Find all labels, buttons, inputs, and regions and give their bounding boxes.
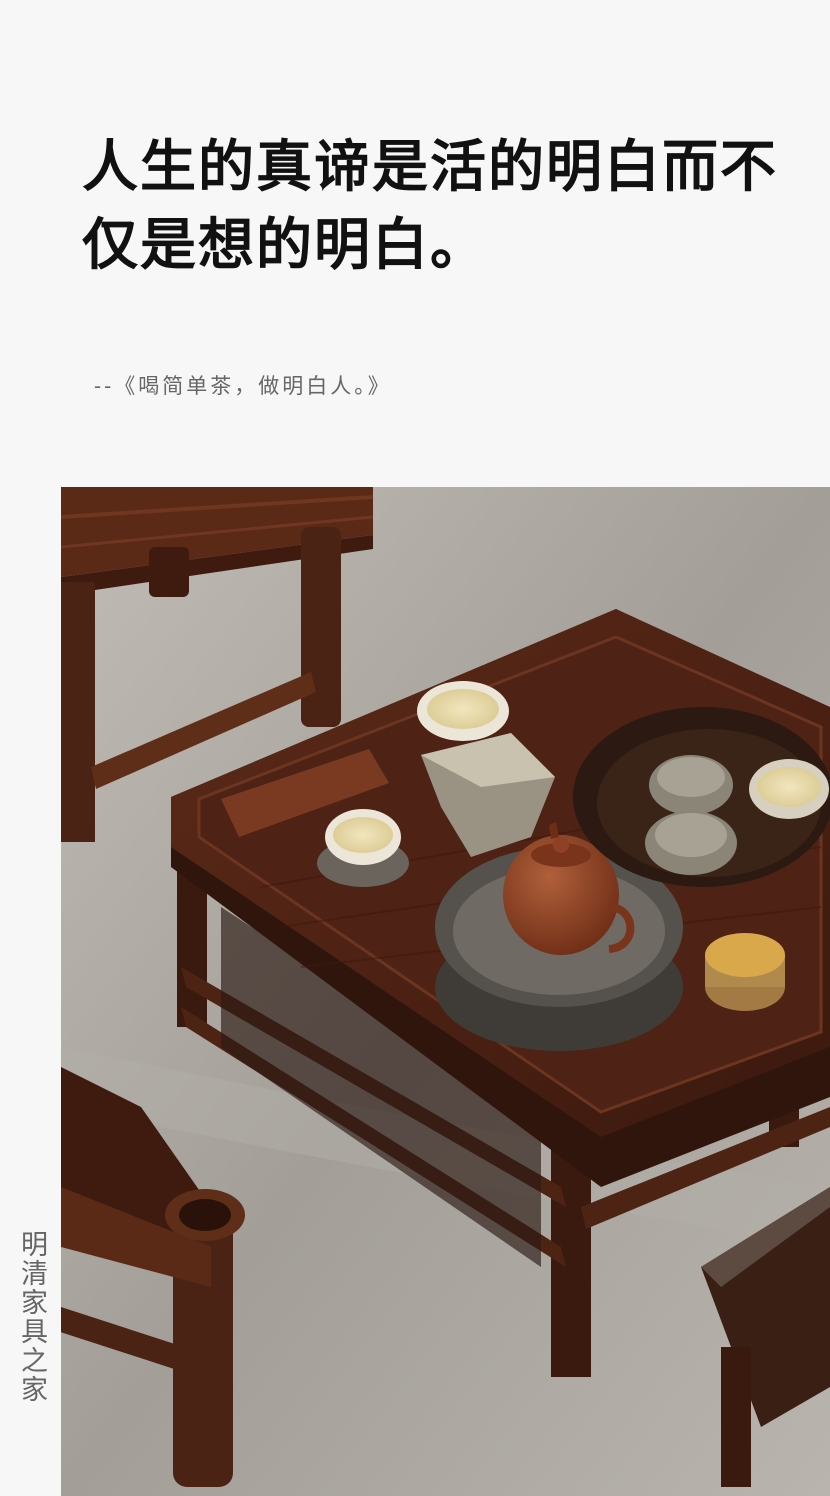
photo-tea-table — [61, 487, 830, 1496]
round-tray — [573, 707, 830, 887]
quote-source: --《喝简单茶，做明白人。》 — [94, 374, 392, 398]
photo-illustration — [61, 487, 830, 1496]
tea-caddy — [705, 933, 785, 1011]
tea-cup-top — [417, 681, 509, 741]
headline: 人生的真谛是活的明白而不仅是想的明白。 — [82, 134, 778, 278]
vertical-brand: 明清家具之家 — [16, 1230, 47, 1404]
